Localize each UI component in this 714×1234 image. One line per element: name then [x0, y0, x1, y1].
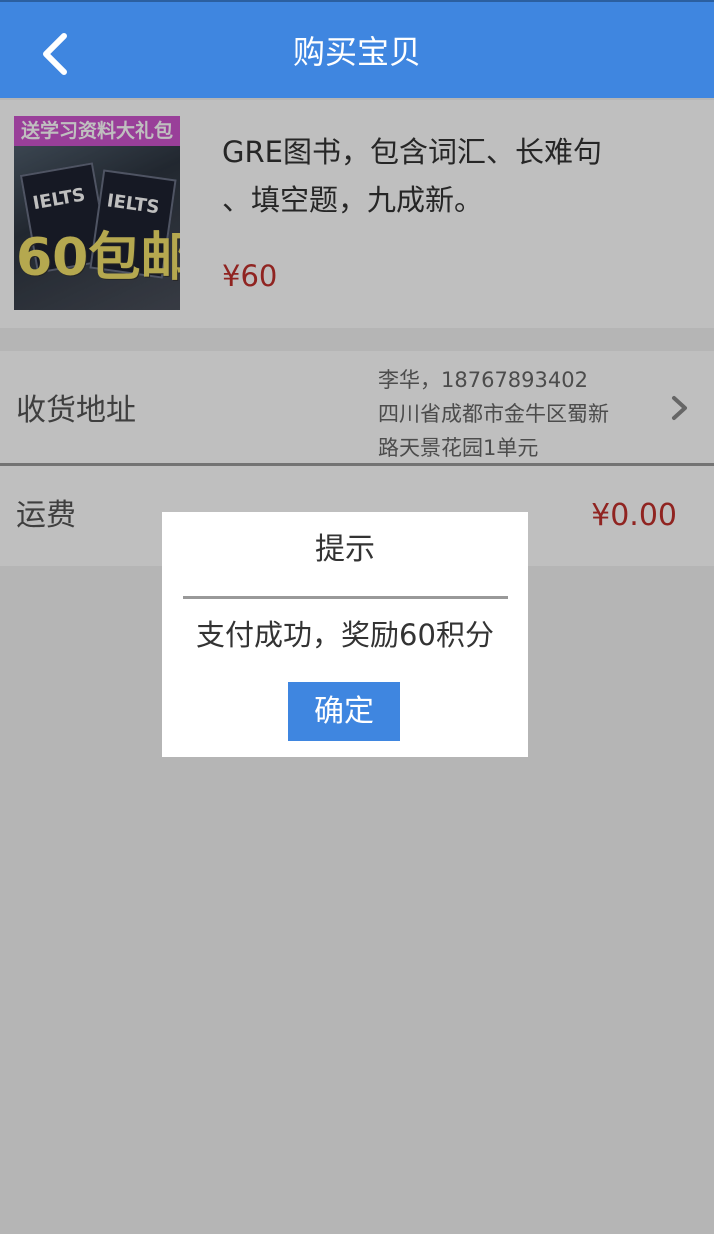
dialog-message: 支付成功，奖励60积分 [196, 618, 494, 652]
page-title: 购买宝贝 [292, 33, 421, 71]
confirm-button[interactable]: 确定 [288, 682, 400, 741]
top-navigation-bar: 购买宝贝 [0, 0, 714, 98]
alert-dialog: 提示 支付成功，奖励60积分 确定 [162, 512, 528, 757]
dialog-divider [183, 596, 508, 599]
dialog-title: 提示 [315, 532, 375, 567]
